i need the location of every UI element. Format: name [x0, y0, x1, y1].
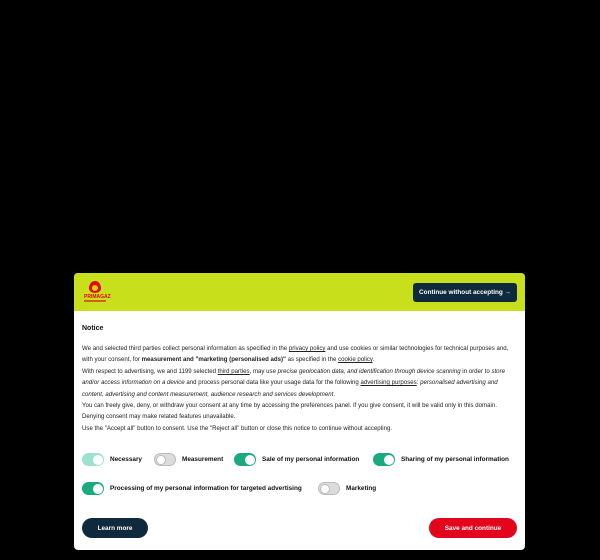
primagaz-logo: PRIMAGAZ — [84, 281, 111, 305]
toggle-label: Measurement — [182, 456, 224, 463]
text: in order to — [460, 367, 492, 375]
toggle-label: Marketing — [346, 485, 377, 492]
text-italic: precise geolocation data, and identifica… — [277, 367, 461, 375]
text: We and selected third parties collect pe… — [82, 345, 289, 352]
banner-header: PRIMAGAZ Continue without accepting → — [74, 273, 525, 311]
text: . — [333, 390, 336, 398]
necessary-toggle[interactable] — [82, 453, 104, 466]
notice-paragraph-2: With respect to advertising, we and 1199… — [82, 366, 514, 400]
toggle-knob — [92, 483, 103, 494]
text: as specified in the — [285, 356, 339, 364]
save-and-continue-button[interactable]: Save and continue — [429, 518, 517, 538]
targeted-advertising-toggle[interactable] — [82, 482, 104, 495]
toggle-item-targeted-advertising[interactable]: Processing of my personal information fo… — [82, 482, 302, 495]
text: With respect to advertising, we and 1199… — [82, 367, 218, 375]
sharing-toggle[interactable] — [373, 453, 395, 466]
notice-paragraph-4: Use the "Accept all" button to consent. … — [82, 424, 393, 432]
sale-toggle[interactable] — [234, 453, 256, 466]
marketing-toggle[interactable] — [318, 482, 340, 495]
text: . — [372, 356, 375, 364]
toggle-item-measurement[interactable]: Measurement — [154, 453, 223, 466]
notice-title: Notice — [82, 325, 104, 332]
third-parties-link[interactable]: third parties — [218, 368, 250, 375]
toggle-knob — [383, 454, 394, 465]
toggle-label: Sale of my personal information — [262, 456, 360, 463]
notice-body: We and selected third parties collect pe… — [82, 343, 514, 434]
flame-icon — [89, 281, 101, 293]
text-bold: measurement and "marketing (personalised… — [141, 356, 286, 364]
toggle-label: Necessary — [110, 456, 142, 463]
toggle-label: Sharing of my personal information — [401, 456, 509, 463]
measurement-toggle[interactable] — [154, 453, 176, 466]
toggle-item-sale[interactable]: Sale of my personal information — [234, 453, 359, 466]
toggle-knob — [320, 484, 330, 494]
text: and process personal data like your usag… — [184, 379, 361, 387]
toggle-item-marketing[interactable]: Marketing — [318, 482, 376, 495]
toggle-label: Processing of my personal information fo… — [110, 485, 302, 492]
toggle-item-sharing[interactable]: Sharing of my personal information — [373, 453, 509, 466]
notice-paragraph-1: We and selected third parties collect pe… — [82, 343, 514, 366]
toggle-knob — [92, 454, 103, 465]
consent-banner: PRIMAGAZ Continue without accepting → No… — [74, 273, 525, 550]
toggle-knob — [156, 455, 166, 465]
advertising-purposes-link[interactable]: advertising purposes — [360, 379, 416, 386]
privacy-policy-link[interactable]: privacy policy — [289, 345, 326, 352]
learn-more-button[interactable]: Learn more — [82, 518, 148, 538]
continue-without-accepting-button[interactable]: Continue without accepting → — [413, 283, 517, 302]
text: , may use — [249, 367, 278, 375]
logo-underline — [84, 300, 106, 302]
notice-paragraph-3: You can freely give, deny, or withdraw y… — [82, 402, 497, 421]
toggle-knob — [244, 454, 255, 465]
toggle-item-necessary[interactable]: Necessary — [82, 453, 142, 466]
cookie-policy-link[interactable]: cookie policy — [338, 356, 372, 363]
